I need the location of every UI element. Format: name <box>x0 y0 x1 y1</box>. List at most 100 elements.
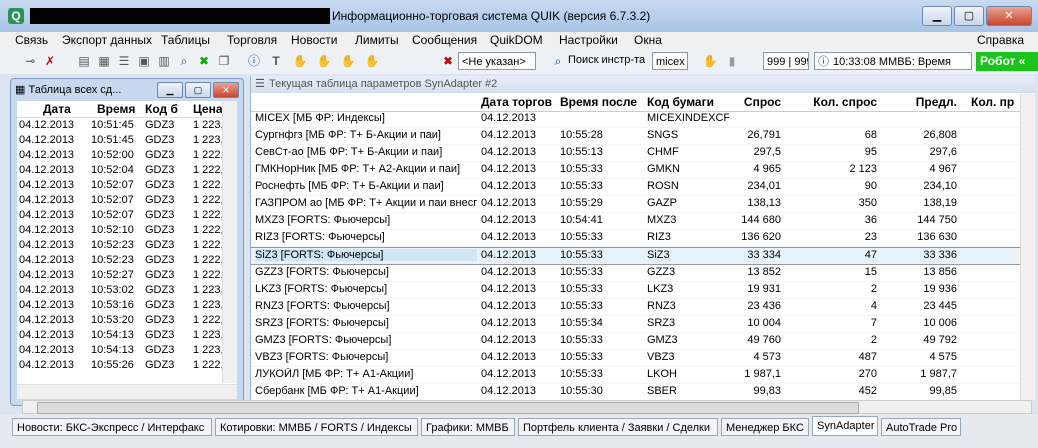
trade-row[interactable]: 04.12.2013 10:51:45 GDZ3 1 223, <box>17 118 237 133</box>
col-code[interactable]: Код б <box>145 102 179 116</box>
params-row[interactable]: Сургнфгз [МБ ФР: Т+ Б-Акции и паи] 04.12.… <box>251 128 1021 145</box>
trades-close-button[interactable]: ✕ <box>213 82 239 98</box>
trade-row[interactable]: 04.12.2013 10:53:16 GDZ3 1 223, <box>17 298 237 313</box>
excel-icon[interactable]: ✖ <box>196 54 212 68</box>
window-tab[interactable]: SynAdapter <box>812 416 878 436</box>
params-row[interactable]: ГАЗПРОМ ао [МБ ФР: Т+ Акции и паи внесп]… <box>251 196 1021 213</box>
col-bid[interactable]: Спрос <box>721 95 781 109</box>
close-button[interactable]: ✕ <box>986 6 1032 26</box>
minimize-button[interactable]: ▁ <box>922 6 952 26</box>
window-tab[interactable]: Портфель клиента / Заявки / Сделки <box>518 418 718 436</box>
trades-horizontal-scrollbar[interactable] <box>17 384 237 399</box>
text-icon[interactable]: T <box>268 54 284 68</box>
search-input[interactable]: micex <box>652 52 688 70</box>
chart-icon[interactable]: ▤ <box>76 54 92 68</box>
col-offer[interactable]: Предл. <box>881 95 957 109</box>
params-row[interactable]: СевСт-ао [МБ ФР: Т+ Б-Акции и паи] 04.12.… <box>251 145 1021 162</box>
menu-item-help[interactable]: Справка <box>977 33 1024 47</box>
trade-row[interactable]: 04.12.2013 10:52:00 GDZ3 1 222, <box>17 148 237 163</box>
trade-cell: 1 223, <box>193 134 223 146</box>
menu-item-quikdom[interactable]: QuikDOM <box>490 33 543 47</box>
maximize-button[interactable]: ▢ <box>954 6 984 26</box>
connect-icon[interactable]: ⊸ <box>22 54 38 68</box>
window-tab[interactable]: Менеджер БКС <box>721 418 809 436</box>
search-table-icon[interactable]: ⌕ <box>176 54 192 68</box>
params-row[interactable]: VBZ3 [FORTS: Фьючерсы] 04.12.2013 10:55:33… <box>251 350 1021 367</box>
hand-sell-icon[interactable]: ✋ <box>340 54 356 68</box>
trade-row[interactable]: 04.12.2013 10:52:04 GDZ3 1 222, <box>17 163 237 178</box>
hand-buy-icon[interactable]: ✋ <box>316 54 332 68</box>
trade-row[interactable]: 04.12.2013 10:52:07 GDZ3 1 222, <box>17 208 237 223</box>
trade-row[interactable]: 04.12.2013 10:54:13 GDZ3 1 223, <box>17 328 237 343</box>
trades-vertical-scrollbar[interactable] <box>222 101 237 383</box>
window-tab[interactable]: Новости: БКС-Экспресс / Интерфакс <box>12 418 212 436</box>
params-row[interactable]: MXZ3 [FORTS: Фьючерсы] 04.12.2013 10:54:41… <box>251 213 1021 230</box>
hand-icon[interactable]: ✋ <box>292 54 308 68</box>
filter-icon[interactable]: ✖ <box>440 54 456 68</box>
copy-icon[interactable]: ❐ <box>216 54 232 68</box>
params-row[interactable]: Роснефть [МБ ФР: Т+ Б-Акции и паи] 04.12.… <box>251 179 1021 196</box>
menu-item-messages[interactable]: Сообщения <box>412 33 477 47</box>
trade-row[interactable]: 04.12.2013 10:52:10 GDZ3 1 222, <box>17 223 237 238</box>
trade-cell: 10:52:23 <box>91 254 134 266</box>
alert-icon[interactable]: ⓘ <box>246 54 262 68</box>
params-vertical-scrollbar[interactable] <box>1020 94 1035 400</box>
menu-item-export[interactable]: Экспорт данных <box>62 33 152 47</box>
trade-row[interactable]: 04.12.2013 10:51:45 GDZ3 1 223, <box>17 133 237 148</box>
robot-button[interactable]: Робот « <box>976 52 1038 71</box>
trade-row[interactable]: 04.12.2013 10:52:23 GDZ3 1 222, <box>17 238 237 253</box>
trade-row[interactable]: 04.12.2013 10:54:13 GDZ3 1 223, <box>17 343 237 358</box>
params-row[interactable]: RNZ3 [FORTS: Фьючерсы] 04.12.2013 10:55:33… <box>251 299 1021 316</box>
params-row[interactable]: Сбербанк [МБ ФР: Т+ А1-Акции] 04.12.2013 1… <box>251 384 1021 399</box>
trade-row[interactable]: 04.12.2013 10:55:26 GDZ3 1 222, <box>17 358 237 373</box>
bars-icon[interactable]: ▮ <box>724 54 740 68</box>
main-horizontal-scrollbar[interactable] <box>22 400 1032 414</box>
trade-row[interactable]: 04.12.2013 10:52:23 GDZ3 1 222, <box>17 253 237 268</box>
trade-row[interactable]: 04.12.2013 10:53:20 GDZ3 1 222, <box>17 313 237 328</box>
trades-maximize-button[interactable]: ▢ <box>185 82 211 98</box>
menu-item-connection[interactable]: Связь <box>15 33 48 47</box>
params-row[interactable]: LKZ3 [FORTS: Фьючерсы] 04.12.2013 10:55:33… <box>251 282 1021 299</box>
grid-icon[interactable]: ▣ <box>136 54 152 68</box>
col-price[interactable]: Цена <box>193 102 223 116</box>
params-row[interactable]: ГМКНорНик [МБ ФР: Т+ А2-Акции и паи] 04.1… <box>251 162 1021 179</box>
col-time[interactable]: Время <box>97 102 135 116</box>
hand-cancel-icon[interactable]: ✋ <box>364 54 380 68</box>
params-row[interactable]: MICEX [МБ ФР: Индексы] 04.12.2013 MICEXIND… <box>251 111 1021 128</box>
params-row[interactable]: GZZ3 [FORTS: Фьючерсы] 04.12.2013 10:55:33… <box>251 265 1021 282</box>
col-bid-qty[interactable]: Кол. спрос <box>787 95 877 109</box>
col-sec-code[interactable]: Код бумаги <box>647 95 714 109</box>
table-icon[interactable]: ▦ <box>96 54 112 68</box>
col-last-time[interactable]: Время после <box>560 95 637 109</box>
params-row[interactable]: ЛУКОЙЛ [МБ ФР: Т+ А1-Акции] 04.12.2013 10:… <box>251 367 1021 384</box>
window-tab[interactable]: AutoTrade Pro <box>881 418 961 436</box>
col-trade-date[interactable]: Дата торгов <box>481 95 552 109</box>
menu-item-windows[interactable]: Окна <box>634 33 662 47</box>
trade-row[interactable]: 04.12.2013 10:53:02 GDZ3 1 223, <box>17 283 237 298</box>
trade-row[interactable]: 04.12.2013 10:52:07 GDZ3 1 222, <box>17 178 237 193</box>
menu-item-limits[interactable]: Лимиты <box>355 33 399 47</box>
params-cell: 10:55:33 <box>560 266 603 278</box>
col-offer-qty[interactable]: Кол. пр <box>971 95 1021 109</box>
scroll-thumb[interactable] <box>37 402 859 414</box>
orders-icon[interactable]: ▥ <box>156 54 172 68</box>
params-row[interactable]: GMZ3 [FORTS: Фьючерсы] 04.12.2013 10:55:33… <box>251 333 1021 350</box>
disconnect-icon[interactable]: ✗ <box>42 54 58 68</box>
trades-minimize-button[interactable]: ▁ <box>157 82 183 98</box>
window-tab[interactable]: Графики: ММВБ <box>421 418 515 436</box>
list-icon[interactable]: ☰ <box>116 54 132 68</box>
params-row[interactable]: RIZ3 [FORTS: Фьючерсы] 04.12.2013 10:55:33… <box>251 230 1021 247</box>
trade-cell: 1 222, <box>193 179 223 191</box>
trade-row[interactable]: 04.12.2013 10:52:27 GDZ3 1 222, <box>17 268 237 283</box>
menu-item-news[interactable]: Новости <box>291 33 337 47</box>
params-row[interactable]: SRZ3 [FORTS: Фьючерсы] 04.12.2013 10:55:34… <box>251 316 1021 333</box>
menu-item-tables[interactable]: Таблицы <box>161 33 210 47</box>
menu-item-trading[interactable]: Торговля <box>227 33 277 47</box>
params-row[interactable]: SiZ3 [FORTS: Фьючерсы] 04.12.2013 10:55:33… <box>251 247 1021 265</box>
trade-row[interactable]: 04.12.2013 10:52:07 GDZ3 1 222, <box>17 193 237 208</box>
hand-gray-icon[interactable]: ✋ <box>702 54 718 68</box>
menu-item-settings[interactable]: Настройки <box>559 33 618 47</box>
window-tab[interactable]: Котировки: ММВБ / FORTS / Индексы <box>215 418 418 436</box>
col-date[interactable]: Дата <box>43 102 71 116</box>
class-filter-dropdown[interactable]: <Не указан> <box>458 52 536 70</box>
